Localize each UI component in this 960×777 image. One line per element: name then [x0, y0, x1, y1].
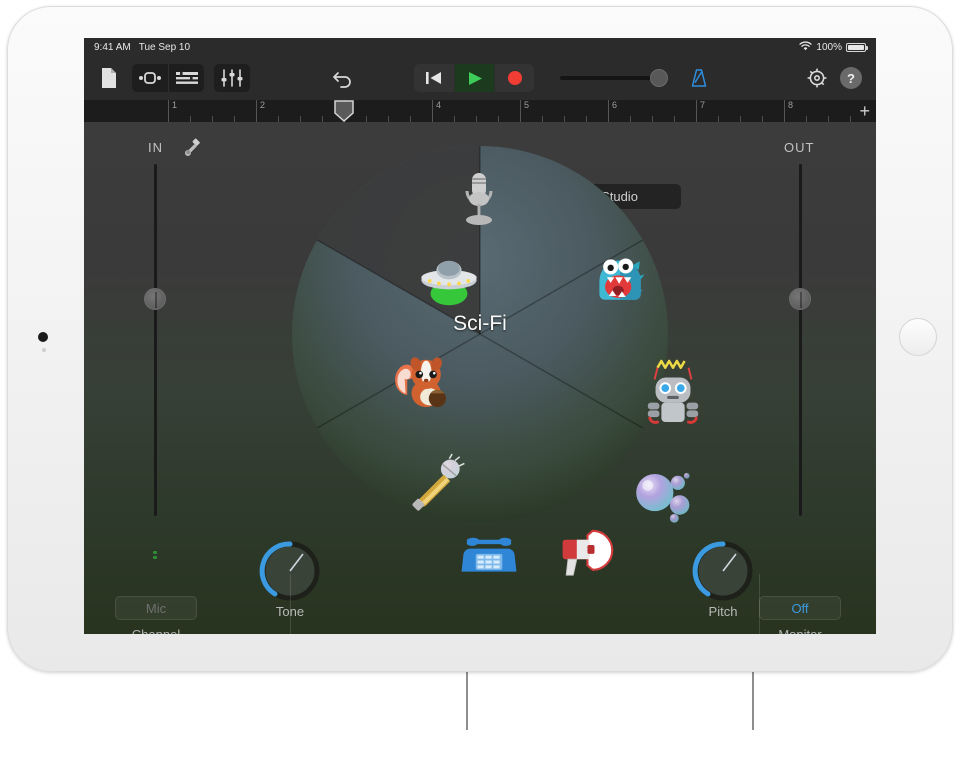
ruler-bar-number: 8	[788, 100, 794, 110]
view-toggle-group	[132, 64, 204, 92]
ruler-bar-number: 7	[700, 100, 706, 110]
status-time: 9:41 AM	[94, 41, 131, 53]
play-icon[interactable]	[454, 64, 494, 92]
ruler-bar-number: 6	[612, 100, 618, 110]
ruler-bar-mark: 2	[256, 100, 265, 122]
channel-divider	[290, 574, 291, 634]
master-volume-slider[interactable]	[560, 69, 668, 87]
input-label: IN	[148, 140, 163, 155]
ambient-sensor	[42, 348, 46, 352]
status-bar: 9:41 AM Tue Sep 10 100%	[84, 38, 876, 56]
input-slider-track[interactable]	[154, 164, 157, 516]
channel-label: Channel	[105, 627, 207, 634]
wheel-center-label: Sci-Fi	[453, 312, 507, 335]
wheel-item-microphone[interactable]	[448, 168, 510, 230]
ipad-device-frame: 9:41 AM Tue Sep 10 100% ? 1 2 4 5 6 7 8 …	[0, 0, 960, 680]
playhead-marker[interactable]	[333, 100, 355, 122]
input-level-meter-led	[153, 551, 157, 554]
ipad-screen: 9:41 AM Tue Sep 10 100% ? 1 2 4 5 6 7 8 …	[84, 38, 876, 634]
output-label: OUT	[784, 140, 815, 155]
monitor-button[interactable]: Off	[759, 596, 841, 620]
status-date: Tue Sep 10	[138, 41, 191, 53]
wheel-item-chipmunk[interactable]	[390, 352, 452, 414]
gear-icon[interactable]	[800, 64, 834, 92]
audio-cable-icon[interactable]	[182, 138, 202, 163]
loop-browser-icon[interactable]	[132, 64, 168, 92]
transport-controls	[414, 64, 534, 92]
ruler-bar-mark: 8	[784, 100, 793, 122]
undo-arrow-icon[interactable]	[326, 64, 360, 92]
ruler-bar-number: 4	[436, 100, 442, 110]
ruler-bar-mark: 1	[168, 100, 177, 122]
main-toolbar: ?	[84, 56, 876, 100]
track-list-icon[interactable]	[168, 64, 204, 92]
battery-percent: 100%	[816, 41, 842, 53]
front-camera	[38, 332, 48, 342]
rewind-to-start-icon[interactable]	[414, 64, 454, 92]
monitor-label: Monitor	[749, 627, 851, 634]
wheel-item-robot[interactable]	[642, 359, 704, 424]
timeline-ruler[interactable]: 12345678 +	[84, 100, 876, 122]
voice-effects-stage: IN OUT Fun Studio	[84, 122, 876, 634]
ruler-bar-number: 5	[524, 100, 530, 110]
add-track-button[interactable]: +	[859, 102, 870, 120]
input-slider-knob[interactable]	[144, 288, 166, 310]
wheel-item-ufo[interactable]	[418, 250, 480, 312]
input-level-meter-led	[153, 556, 157, 559]
ruler-bar-number: 2	[260, 100, 266, 110]
output-slider-knob[interactable]	[789, 288, 811, 310]
wheel-item-monster[interactable]	[590, 250, 652, 312]
channel-button-label: Mic	[145, 600, 167, 616]
wheel-item-bubbles[interactable]	[630, 466, 692, 528]
effects-wheel[interactable]: Sci-Fi	[290, 144, 699, 576]
home-button[interactable]	[899, 318, 937, 356]
channel-button[interactable]: Mic	[115, 596, 197, 620]
mixer-faders-icon[interactable]	[214, 64, 250, 92]
battery-icon	[846, 42, 868, 52]
record-icon[interactable]	[494, 64, 534, 92]
wheel-item-megaphone[interactable]	[552, 522, 614, 584]
metronome-icon[interactable]	[682, 64, 716, 92]
monitor-button-label: Off	[791, 600, 809, 616]
ruler-bar-mark: 7	[696, 100, 705, 122]
help-label: ?	[840, 67, 862, 89]
document-icon[interactable]	[92, 64, 126, 92]
output-slider-track[interactable]	[799, 164, 802, 516]
ruler-bar-number: 1	[172, 100, 178, 110]
help-button[interactable]: ?	[834, 64, 868, 92]
pitch-knob[interactable]: Pitch	[692, 540, 754, 619]
wifi-icon	[799, 40, 813, 54]
ruler-bar-mark: 5	[520, 100, 529, 122]
wheel-item-telephone[interactable]	[458, 522, 520, 584]
ruler-bar-mark: 6	[608, 100, 617, 122]
ruler-bar-mark: 4	[432, 100, 441, 122]
wheel-item-handheld-mic[interactable]	[408, 453, 470, 516]
master-volume-knob[interactable]	[650, 69, 668, 87]
